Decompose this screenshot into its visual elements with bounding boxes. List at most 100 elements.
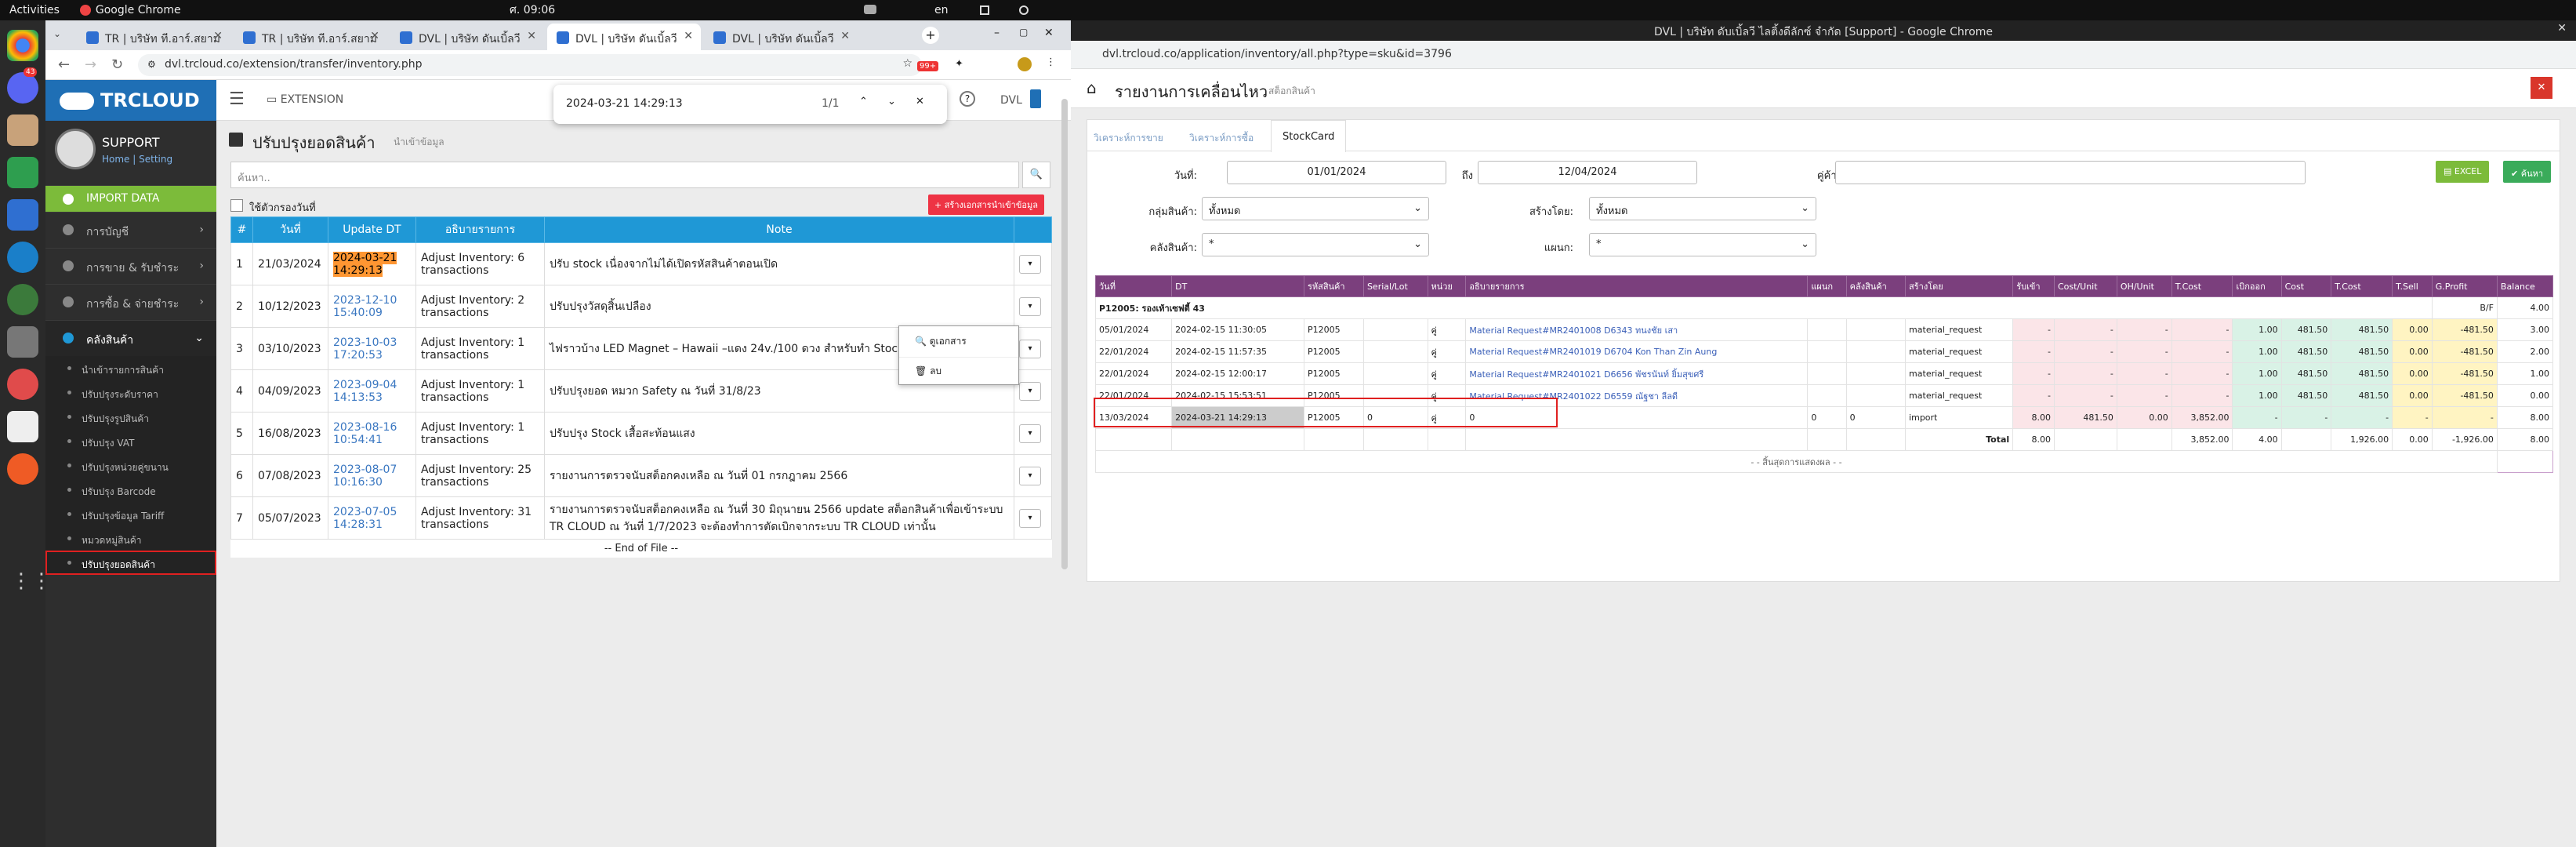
browser-tab-2[interactable]: TR | บริษัท ที.อาร์.สยาม ✕ [234, 24, 387, 50]
menu-purchase[interactable]: การซื้อ & จ่ายชำระ › [45, 284, 216, 320]
network-icon[interactable] [980, 5, 989, 15]
sidebar-subitem[interactable]: ปรับปรุงข้อมูล Tariff [45, 502, 216, 526]
date-to-input[interactable]: 12/04/2024 [1478, 161, 1697, 184]
app-menu[interactable]: Google Chrome [96, 4, 181, 16]
close-tab-icon[interactable]: ✕ [527, 30, 536, 42]
sidebar-subitem[interactable]: นำเข้ารายการสินค้า [45, 356, 216, 380]
create-document-button[interactable]: + สร้างเอกสารนำเข้าข้อมูล [928, 194, 1044, 215]
back-icon[interactable]: ← [58, 56, 70, 73]
calculator-dock-icon[interactable] [7, 326, 38, 358]
browser-tab-3[interactable]: DVL | บริษัท ดันเบิ้ลวี ✕ [390, 24, 544, 50]
menu-inventory[interactable]: คลังสินค้า ⌄ [45, 320, 216, 356]
cell-desc[interactable]: Material Request#MR2401021 D6656 พัชรนัน… [1465, 362, 1809, 385]
tab-stockcard[interactable]: StockCard [1271, 120, 1347, 152]
menu-accounting[interactable]: การบัญชี › [45, 212, 216, 248]
files-dock-icon[interactable] [7, 115, 38, 146]
mobile-icon[interactable] [1030, 89, 1041, 108]
power-icon[interactable] [1019, 5, 1029, 15]
row-dropdown-button[interactable]: ▾ [1019, 466, 1041, 485]
new-tab-button[interactable]: + [922, 27, 939, 44]
group-select[interactable]: ทั้งหมด ⌄ [1202, 197, 1429, 220]
menu-dots-icon[interactable]: ⋮ [1046, 56, 1056, 68]
setting-link[interactable]: Setting [139, 154, 172, 165]
tab-sales-analysis[interactable]: วิเคราะห์การขาย [1094, 131, 1163, 146]
trcloud-logo[interactable]: TRCLOUD [45, 80, 216, 121]
find-input[interactable]: 2024-03-21 14:29:13 [566, 97, 683, 110]
scrollbar[interactable] [1061, 99, 1068, 569]
delete-item[interactable]: 🗑 ลบ [899, 357, 1018, 385]
document-dock-icon[interactable] [7, 199, 38, 231]
hamburger-icon[interactable]: ☰ [229, 89, 245, 109]
created-by-select[interactable]: ทั้งหมด ⌄ [1589, 197, 1816, 220]
department-select[interactable]: * ⌄ [1589, 233, 1816, 256]
language-indicator[interactable]: en [934, 4, 949, 16]
maximize-icon[interactable]: ▢ [1019, 27, 1028, 38]
extension-link[interactable]: ▭ EXTENSION [267, 93, 343, 106]
clock[interactable]: ศ. 09:06 [510, 2, 555, 19]
help-icon[interactable]: ? [960, 91, 975, 107]
sidebar-subitem[interactable]: ปรับปรุง VAT [45, 429, 216, 453]
search-input[interactable]: ค้นหา.. [230, 162, 1019, 188]
sidebar-subitem[interactable]: ปรับปรุงระดับราคา [45, 380, 216, 405]
row-dropdown-button[interactable]: ▾ [1019, 296, 1041, 316]
home-icon[interactable]: ⌂ [1087, 78, 1097, 97]
find-close-icon[interactable]: ✕ [916, 96, 924, 107]
extensions-icon[interactable]: ✦ [955, 58, 963, 70]
close-tab-icon[interactable]: ✕ [840, 30, 850, 42]
sidebar-subitem[interactable]: หมวดหมู่สินค้า [45, 526, 216, 551]
search-button[interactable]: ✔ ค้นหา [2503, 161, 2552, 183]
row-dropdown-button[interactable]: ▾ [1019, 381, 1041, 401]
bookmark-star-icon[interactable]: ☆ [902, 57, 912, 70]
stock-row[interactable]: 22/01/2024 2024-02-15 12:00:17 P12005 คู่ Ma… [1094, 362, 2554, 385]
browser-tab-1[interactable]: TR | บริษัท ที.อาร์.สยาม ✕ [77, 24, 230, 50]
close-report-button[interactable]: ✕ [2531, 77, 2552, 99]
close-window-icon[interactable]: ✕ [2557, 22, 2567, 35]
sidebar-subitem[interactable]: ปรับปรุงรูปสินค้า [45, 405, 216, 429]
close-tab-icon[interactable]: ✕ [684, 30, 693, 42]
warehouse-select[interactable]: * ⌄ [1202, 233, 1429, 256]
site-info-icon[interactable]: ⚙ [147, 59, 156, 70]
table-row[interactable]: 6 07/08/2023 2023-08-07 10:16:30 Adjust Inv… [230, 454, 1052, 497]
stock-row[interactable]: 22/01/2024 2024-02-15 11:57:35 P12005 คู่ Ma… [1094, 340, 2554, 363]
tab-search-icon[interactable]: ⌄ [53, 28, 61, 39]
sidebar-subitem-active[interactable]: ปรับปรุงยอดสินค้า [45, 551, 216, 575]
row-dropdown-button[interactable]: ▾ [1019, 339, 1041, 358]
forward-icon[interactable]: → [85, 56, 96, 73]
extension-badge[interactable]: 99+ [917, 61, 939, 71]
company-code[interactable]: DVL [1000, 94, 1022, 107]
record-dock-icon[interactable] [7, 369, 38, 400]
globe-dock-icon[interactable] [7, 284, 38, 315]
home-link[interactable]: Home [102, 154, 129, 165]
close-tab-icon[interactable]: ✕ [213, 30, 223, 42]
partner-input[interactable] [1835, 161, 2306, 184]
menu-sales[interactable]: การขาย & รับชำระ › [45, 248, 216, 284]
table-row[interactable]: 5 16/08/2023 2023-08-16 10:54:41 Adjust Inv… [230, 412, 1052, 455]
row-dropdown-button[interactable]: ▾ [1019, 508, 1041, 528]
search-button[interactable]: 🔍 [1022, 162, 1050, 188]
stock-row[interactable]: 05/01/2024 2024-02-15 11:30:05 P12005 คู่ Ma… [1094, 318, 2554, 341]
cell-desc[interactable]: Material Request#MR2401008 D6343 ทนงชัย … [1465, 318, 1809, 341]
sync-dock-icon[interactable] [7, 242, 38, 273]
browser-tab-5[interactable]: DVL | บริษัท ดันเบิ้ลวี ✕ [704, 24, 858, 50]
view-document-item[interactable]: 🔍 ดูเอกสาร [899, 326, 1018, 357]
date-filter-checkbox[interactable] [230, 199, 243, 212]
cell-desc[interactable]: Material Request#MR2401019 D6704 Kon Tha… [1465, 340, 1809, 363]
chrome-dock-icon[interactable] [7, 30, 38, 61]
table-row[interactable]: 1 21/03/2024 2024-03-21 14:29:13 Adjust Inv… [230, 242, 1052, 285]
tab-purchase-analysis[interactable]: วิเคราะห์การซื้อ [1189, 131, 1254, 146]
sidebar-subitem[interactable]: ปรับปรุงหน่วยคู่ขนาน [45, 453, 216, 478]
row-dropdown-button[interactable]: ▾ [1019, 424, 1041, 443]
table-row[interactable]: 2 10/12/2023 2023-12-10 15:40:09 Adjust Inv… [230, 285, 1052, 328]
activities-button[interactable]: Activities [9, 4, 60, 16]
profile-icon[interactable] [1018, 57, 1032, 71]
find-next-icon[interactable]: ⌄ [887, 96, 896, 107]
find-prev-icon[interactable]: ⌃ [859, 96, 868, 107]
minimize-icon[interactable]: – [994, 27, 1000, 39]
menu-import-data[interactable]: IMPORT DATA [45, 185, 216, 212]
browser-tab-4-active[interactable]: DVL | บริษัท ดันเบิ้ลวี ✕ [547, 24, 701, 50]
text-editor-dock-icon[interactable] [7, 411, 38, 442]
discord-dock-icon[interactable] [7, 72, 38, 104]
spreadsheet-dock-icon[interactable] [7, 157, 38, 188]
reload-icon[interactable]: ↻ [111, 56, 123, 73]
date-from-input[interactable]: 01/01/2024 [1227, 161, 1446, 184]
